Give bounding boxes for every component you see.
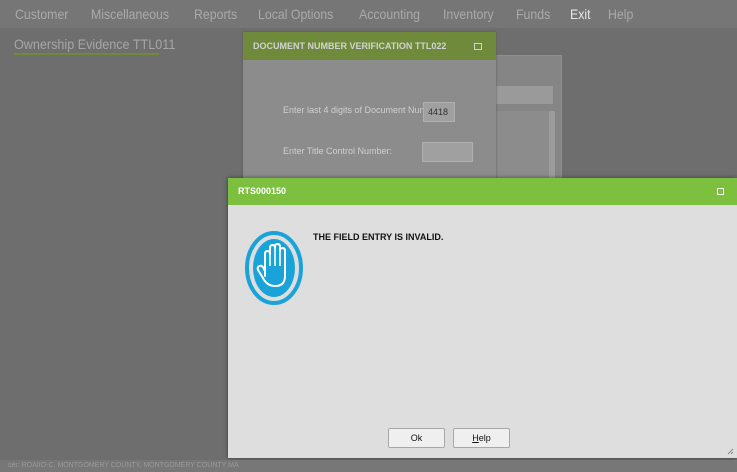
menu-inventory[interactable]: Inventory [443, 6, 494, 22]
help-button-label: elp [478, 433, 491, 443]
doc-dialog-title: DOCUMENT NUMBER VERIFICATION TTL022 [253, 41, 447, 51]
stop-hand-icon [245, 231, 303, 305]
background-field [491, 86, 553, 104]
doc-number-label: Enter last 4 digits of Document Number: [283, 105, 443, 115]
menu-local-options[interactable]: Local Options [258, 6, 333, 22]
menu-miscellaneous[interactable]: Miscellaneous [91, 6, 169, 22]
doc-verification-dialog: DOCUMENT NUMBER VERIFICATION TTL022 Ente… [243, 32, 496, 192]
error-dialog-title: RTS000150 [238, 186, 287, 196]
ok-button[interactable]: Ok [388, 428, 445, 448]
background-scrollbar [549, 111, 555, 181]
resize-grip-icon[interactable] [727, 448, 734, 455]
tcn-label: Enter Title Control Number: [283, 146, 393, 156]
minimize-icon[interactable] [717, 188, 724, 195]
menu-help[interactable]: Help [608, 6, 633, 22]
menu-funds[interactable]: Funds [516, 6, 550, 22]
error-dialog-titlebar: RTS000150 [228, 178, 737, 205]
menu-accounting[interactable]: Accounting [359, 6, 420, 22]
help-button[interactable]: Help [453, 428, 510, 448]
minimize-icon[interactable] [474, 43, 482, 50]
menu-customer[interactable]: Customer [15, 6, 68, 22]
page-title: Ownership Evidence TTL011 [14, 36, 176, 52]
page-title-underline [14, 53, 159, 55]
status-text: ser: ROAIIO-C, MONTGOMERY COUNTY, MONTGO… [8, 462, 239, 469]
tcn-field[interactable] [422, 142, 473, 162]
doc-number-field[interactable]: 4418 [423, 102, 455, 122]
error-message: THE FIELD ENTRY IS INVALID. [313, 232, 444, 242]
error-dialog: RTS000150 THE FIELD ENTRY IS INVALID. Ok… [228, 178, 737, 458]
menu-bar: Customer Miscellaneous Reports Local Opt… [0, 0, 737, 28]
doc-dialog-titlebar: DOCUMENT NUMBER VERIFICATION TTL022 [243, 32, 496, 60]
menu-exit[interactable]: Exit [570, 6, 591, 22]
status-bar: ser: ROAIIO-C, MONTGOMERY COUNTY, MONTGO… [0, 460, 737, 472]
menu-reports[interactable]: Reports [194, 6, 237, 22]
